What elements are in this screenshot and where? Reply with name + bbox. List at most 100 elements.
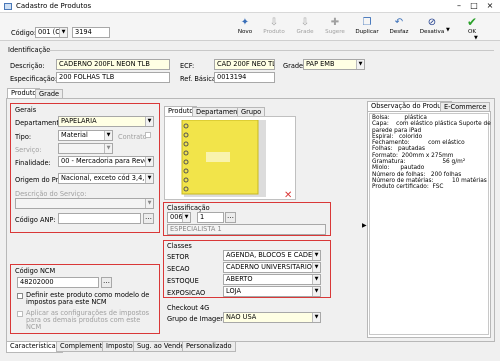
desativa-dropdown-icon[interactable]: ▼ <box>446 27 450 33</box>
classes-row-label: SECAO <box>167 265 190 273</box>
ncm-aplicar-label: Aplicar as configurações de impostos par… <box>26 309 150 331</box>
close-icon[interactable]: × <box>483 1 497 11</box>
chevron-down-icon: ▼ <box>104 144 112 153</box>
departamento-select[interactable]: PAPELARIA ▼ <box>58 116 154 127</box>
chevron-down-icon: ▼ <box>312 275 320 284</box>
codigo-anp-label: Código ANP: <box>15 216 56 224</box>
observacao-line: Capa: com elástico plástica Suporte de <box>372 121 491 128</box>
desfaz-button[interactable]: ↶ Desfaz <box>387 16 411 40</box>
ecf-input[interactable]: CAD 200F NEO TL <box>214 59 275 70</box>
grade-button[interactable]: ⇩ Grade <box>293 16 317 40</box>
descricao-label: Descrição: <box>10 62 45 70</box>
copy-icon: ❐ <box>362 17 372 28</box>
origem-select[interactable]: Nacional, exceto cód 3,4, ▼ <box>58 173 154 184</box>
ncm-aplicar-checkbox[interactable] <box>17 311 23 317</box>
block-icon: ⊘ <box>427 17 437 28</box>
title-bar: Cadastro de Produtos – □ × <box>0 0 500 13</box>
observacao-line: Produto certificado: FSC <box>372 184 444 191</box>
classificacao-title: Classificação <box>167 204 210 212</box>
minimize-icon[interactable]: – <box>452 1 466 11</box>
star-icon: ✦ <box>240 17 250 28</box>
chevron-down-icon: ▼ <box>312 287 320 296</box>
contrato-checkbox[interactable] <box>145 132 151 138</box>
chevron-down-icon: ▼ <box>312 263 320 272</box>
grade-select[interactable]: PAP EMB ▼ <box>303 59 365 70</box>
checkout-title: Checkout 4G <box>167 304 210 312</box>
classes-row-label: ESTOQUE <box>167 277 199 285</box>
ncm-modelo-label: Definir este produto como modelo de impo… <box>26 291 150 306</box>
ok-dropdown-icon[interactable]: ▼ <box>474 35 478 41</box>
ncm-search-button[interactable]: … <box>101 277 112 288</box>
classificacao-number-input[interactable]: 1 <box>197 212 224 223</box>
finalidade-label: Finalidade: <box>15 159 51 167</box>
arrow-down-icon: ⇩ <box>269 17 279 28</box>
codigo-anp-search-button[interactable]: … <box>143 213 154 224</box>
codigo-label: Código: <box>11 29 37 37</box>
chevron-down-icon: ▼ <box>104 131 112 140</box>
chevron-down-icon: ▼ <box>312 251 320 260</box>
identificacao-divider <box>48 50 494 51</box>
classes-title: Classes <box>167 242 192 250</box>
servico-select[interactable]: ▼ <box>58 143 113 154</box>
plus-icon: ✚ <box>330 17 340 28</box>
estoque-select[interactable]: ABERTO ▼ <box>223 274 321 285</box>
grupo-imagens-label: Grupo de Imagens <box>167 315 228 323</box>
ncm-input[interactable]: 48202000 <box>17 277 99 288</box>
gerais-title: Gerais <box>15 106 37 114</box>
maximize-icon[interactable]: □ <box>467 1 481 11</box>
secao-select[interactable]: CADERNO UNIVERSITARIO ▼ <box>223 262 321 273</box>
descricao-servico-label: Descrição do Serviço: <box>15 190 87 198</box>
chevron-down-icon: ▼ <box>145 117 153 126</box>
exposicao-select[interactable]: LOJA ▼ <box>223 286 321 297</box>
setor-select[interactable]: AGENDA, BLOCOS E CADERNO ▼ <box>223 250 321 261</box>
classificacao-code-select[interactable]: 006 (F ▼ <box>167 212 191 223</box>
splitter-arrow-icon[interactable]: ▶ <box>362 222 367 229</box>
ref-basica-input[interactable]: 0013194 <box>214 72 275 83</box>
codigo-prefix-select[interactable]: 001 (Cl ▼ <box>35 27 68 38</box>
identificacao-title: Identificação <box>8 46 51 54</box>
arrow-down-icon: ⇩ <box>300 17 310 28</box>
especificacao-label: Especificação: <box>10 75 58 83</box>
tipo-label: Tipo: <box>15 133 32 141</box>
descricao-input[interactable]: CADERNO 200FL NEON TLB <box>56 59 170 70</box>
check-icon: ✔ <box>466 15 478 29</box>
produto-button[interactable]: ⇩ Produto <box>262 16 286 40</box>
grupo-imagens-select[interactable]: NÃO USA ▼ <box>223 312 321 323</box>
ok-button[interactable]: ✔ OK <box>460 16 484 40</box>
desativa-button[interactable]: ⊘ Desativa <box>418 16 446 40</box>
ref-basica-label: Ref. Básica: <box>180 75 219 83</box>
duplicar-button[interactable]: ❐ Duplicar <box>355 16 379 40</box>
classes-row-label: SETOR <box>167 253 190 261</box>
classificacao-search-button[interactable]: … <box>225 212 236 223</box>
codigo-input[interactable]: 3194 <box>72 27 110 38</box>
product-image <box>181 120 266 197</box>
ncm-title: Código NCM <box>15 267 56 275</box>
classificacao-description: ESPECIALISTA 1 <box>167 224 326 235</box>
chevron-down-icon: ▼ <box>145 199 153 208</box>
observacao-textarea[interactable]: Bolsa: plástica Capa: com elástico plást… <box>369 113 491 335</box>
undo-icon: ↶ <box>394 17 404 28</box>
tipo-select[interactable]: Material ▼ <box>58 130 113 141</box>
ncm-modelo-checkbox[interactable] <box>17 293 23 299</box>
servico-label: Serviço: <box>15 146 42 154</box>
contrato-label: Contrato <box>118 133 147 141</box>
codigo-anp-input[interactable] <box>58 213 141 224</box>
chevron-down-icon: ▼ <box>356 60 364 69</box>
tab-caracteristicas[interactable]: Características <box>6 342 64 353</box>
chevron-down-icon: ▼ <box>145 174 153 183</box>
finalidade-select[interactable]: 00 - Mercadoria para Revenda ▼ <box>58 156 154 167</box>
chevron-down-icon: ▼ <box>145 157 153 166</box>
sugere-button[interactable]: ✚ Sugere <box>323 16 347 40</box>
tab-personalizado[interactable]: Personalizado <box>182 342 236 352</box>
especificacao-input[interactable]: 200 FOLHAS TLB <box>56 72 170 83</box>
grade-label: Grade: <box>283 62 306 70</box>
toolbar: Código: 001 (Cl ▼ 3194 ✦ Novo ⇩ Produto ⇩… <box>0 13 500 41</box>
window-title: Cadastro de Produtos <box>16 2 92 10</box>
classes-row-label: EXPOSICAO <box>167 289 206 297</box>
chevron-down-icon: ▼ <box>182 213 190 222</box>
descricao-servico-select[interactable]: ▼ <box>15 198 154 209</box>
chevron-down-icon: ▼ <box>59 28 67 37</box>
ecf-label: ECF: <box>180 62 195 70</box>
novo-button[interactable]: ✦ Novo <box>233 16 257 40</box>
remove-image-icon[interactable]: ✕ <box>284 190 292 201</box>
